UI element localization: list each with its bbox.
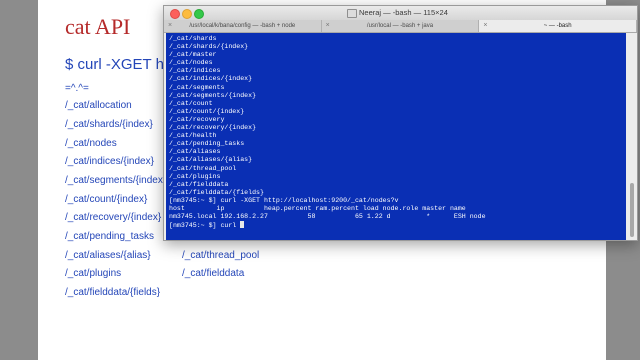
slide-endpoint: /_cat/allocation bbox=[65, 100, 132, 111]
slide-endpoint: /_cat/aliases/{alias} bbox=[65, 250, 151, 261]
terminal-tab-bar: × /usr/local/k/bana/config — -bash + nod… bbox=[164, 20, 638, 33]
terminal-line: /_cat/master bbox=[169, 51, 217, 59]
terminal-line: /_cat/aliases/{alias} bbox=[169, 156, 253, 164]
slide-endpoint: /_cat/thread_pool bbox=[182, 250, 260, 261]
terminal-window[interactable]: Neeraj — -bash — 115×24 × /usr/local/k/b… bbox=[163, 5, 638, 241]
close-tab-icon[interactable]: × bbox=[168, 20, 172, 32]
terminal-line: /_cat/indices bbox=[169, 67, 221, 75]
terminal-window-title: Neeraj — -bash — 115×24 bbox=[359, 8, 448, 17]
terminal-output[interactable]: /_cat/shards /_cat/shards/{index} /_cat/… bbox=[166, 33, 626, 240]
home-folder-icon bbox=[347, 9, 357, 18]
maximize-window-button[interactable] bbox=[194, 9, 204, 19]
terminal-line: /_cat/recovery/{index} bbox=[169, 124, 257, 132]
terminal-line: /_cat/shards bbox=[169, 35, 217, 42]
terminal-prompt-line[interactable]: [nm3745:~ $] curl bbox=[169, 221, 486, 229]
slide-title: cat API bbox=[65, 14, 131, 39]
slide-endpoint: /_cat/fielddata bbox=[182, 268, 245, 279]
terminal-lines: /_cat/shards /_cat/shards/{index} /_cat/… bbox=[169, 35, 486, 229]
terminal-line: /_cat/count bbox=[169, 99, 213, 107]
terminal-tab-bash[interactable]: × ~ — -bash bbox=[479, 20, 638, 32]
terminal-line: /_cat/nodes bbox=[169, 59, 213, 67]
slide-endpoint: /_cat/shards/{index} bbox=[65, 119, 153, 130]
close-window-button[interactable] bbox=[170, 9, 180, 19]
slide-cat-face: =^.^= bbox=[65, 83, 89, 94]
slide-endpoint: /_cat/segments/{index} bbox=[65, 175, 167, 186]
terminal-line: /_cat/recovery bbox=[169, 115, 225, 123]
slide-endpoint: /_cat/fielddata/{fields} bbox=[65, 287, 161, 298]
terminal-line: /_cat/shards/{index} bbox=[169, 43, 249, 51]
slide-left-border bbox=[0, 0, 38, 360]
terminal-line: /_cat/pending_tasks bbox=[169, 140, 245, 148]
close-tab-icon[interactable]: × bbox=[483, 20, 487, 32]
terminal-tab-java[interactable]: × /usr/local — -bash + java bbox=[322, 20, 480, 32]
scrollbar-thumb[interactable] bbox=[630, 183, 634, 237]
terminal-prompt: [nm3745:~ $] curl bbox=[169, 222, 241, 230]
slide-endpoint: /_cat/plugins bbox=[65, 268, 122, 279]
terminal-line: [nm3745:~ $] curl -XGET http://localhost… bbox=[169, 196, 399, 204]
terminal-titlebar[interactable]: Neeraj — -bash — 115×24 bbox=[164, 6, 637, 21]
text-cursor bbox=[240, 221, 245, 229]
terminal-line: /_cat/fielddata bbox=[169, 180, 229, 188]
minimize-window-button[interactable] bbox=[182, 9, 192, 19]
terminal-line: /_cat/segments bbox=[169, 83, 225, 91]
tab-label: ~ — -bash bbox=[543, 23, 572, 29]
terminal-line: /_cat/aliases bbox=[169, 148, 221, 156]
terminal-line: host ip heap.percent ram.percent load no… bbox=[169, 204, 466, 212]
terminal-line: /_cat/count/{index} bbox=[169, 107, 245, 115]
tab-label: /usr/local — -bash + java bbox=[366, 23, 434, 29]
slide-endpoint: /_cat/pending_tasks bbox=[65, 231, 154, 242]
slide-endpoint: /_cat/indices/{index} bbox=[65, 156, 154, 167]
terminal-line: /_cat/health bbox=[169, 132, 217, 140]
terminal-line: /_cat/plugins bbox=[169, 172, 221, 180]
terminal-line: /_cat/segments/{index} bbox=[169, 91, 257, 99]
terminal-tab-kibana[interactable]: × /usr/local/k/bana/config — -bash + nod… bbox=[164, 20, 322, 32]
slide-endpoint: /_cat/recovery/{index} bbox=[65, 212, 162, 223]
slide-endpoint: /_cat/count/{index} bbox=[65, 194, 148, 205]
terminal-line: /_cat/fielddata/{fields} bbox=[169, 188, 264, 196]
tab-label: /usr/local/k/bana/config — -bash + node bbox=[189, 23, 296, 29]
terminal-line: /_cat/indices/{index} bbox=[169, 75, 253, 83]
terminal-scrollbar[interactable] bbox=[628, 33, 636, 240]
close-tab-icon[interactable]: × bbox=[326, 20, 330, 32]
terminal-line: /_cat/thread_pool bbox=[169, 164, 237, 172]
slide-endpoint: /_cat/nodes bbox=[65, 138, 117, 149]
terminal-line: nm3745.local 192.168.2.27 58 65 1.22 d *… bbox=[169, 213, 486, 221]
